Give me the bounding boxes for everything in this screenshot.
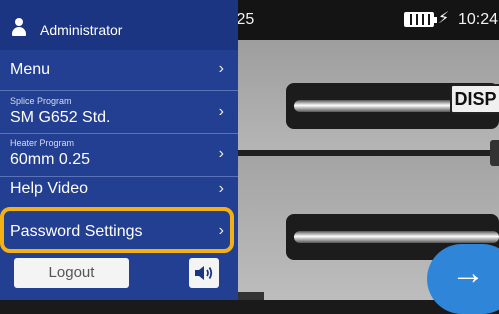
menu-item-sublabel: Heater Program bbox=[10, 138, 75, 148]
menu-item-label: 60mm 0.25 bbox=[10, 151, 91, 168]
menu-item-help-video[interactable]: Help Video › bbox=[0, 177, 238, 207]
next-button[interactable]: → bbox=[427, 244, 499, 314]
menu-item-label: Menu bbox=[10, 61, 51, 78]
lightning-bolt-icon: ⚡ bbox=[438, 10, 450, 27]
speaker-button[interactable] bbox=[189, 258, 219, 288]
menu-item-label: Password Settings bbox=[10, 223, 143, 240]
user-role: Administrator bbox=[40, 22, 123, 38]
chevron-right-icon: › bbox=[218, 103, 224, 120]
logout-button[interactable]: Logout bbox=[14, 258, 129, 288]
user-icon bbox=[12, 18, 26, 36]
menu-item-heater-program[interactable]: Heater Program 60mm 0.25 › bbox=[0, 134, 238, 176]
menu-item-label: SM G652 Std. bbox=[10, 109, 111, 126]
chevron-right-icon: › bbox=[218, 180, 224, 197]
side-drawer: Administrator Menu › Splice Program SM G… bbox=[0, 0, 238, 300]
menu-item-splice-program[interactable]: Splice Program SM G652 Std. › bbox=[0, 91, 238, 133]
clock: 10:24 bbox=[458, 11, 499, 28]
chevron-right-icon: › bbox=[218, 222, 224, 239]
menu-item-label: Help Video bbox=[10, 180, 88, 197]
speaker-icon bbox=[195, 266, 213, 280]
disp-button[interactable]: DISP bbox=[450, 84, 499, 114]
drawer-header: Administrator bbox=[0, 0, 238, 50]
chevron-right-icon: › bbox=[218, 60, 224, 77]
menu-item-password-settings[interactable]: Password Settings › bbox=[0, 211, 238, 251]
bottom-tab[interactable] bbox=[238, 292, 264, 300]
chevron-right-icon: › bbox=[218, 145, 224, 162]
side-tab[interactable] bbox=[490, 140, 499, 166]
arrow-right-icon: → bbox=[451, 254, 485, 292]
battery-full-icon bbox=[404, 12, 437, 27]
menu-item-menu[interactable]: Menu › bbox=[0, 50, 238, 90]
menu-item-sublabel: Splice Program bbox=[10, 96, 72, 106]
